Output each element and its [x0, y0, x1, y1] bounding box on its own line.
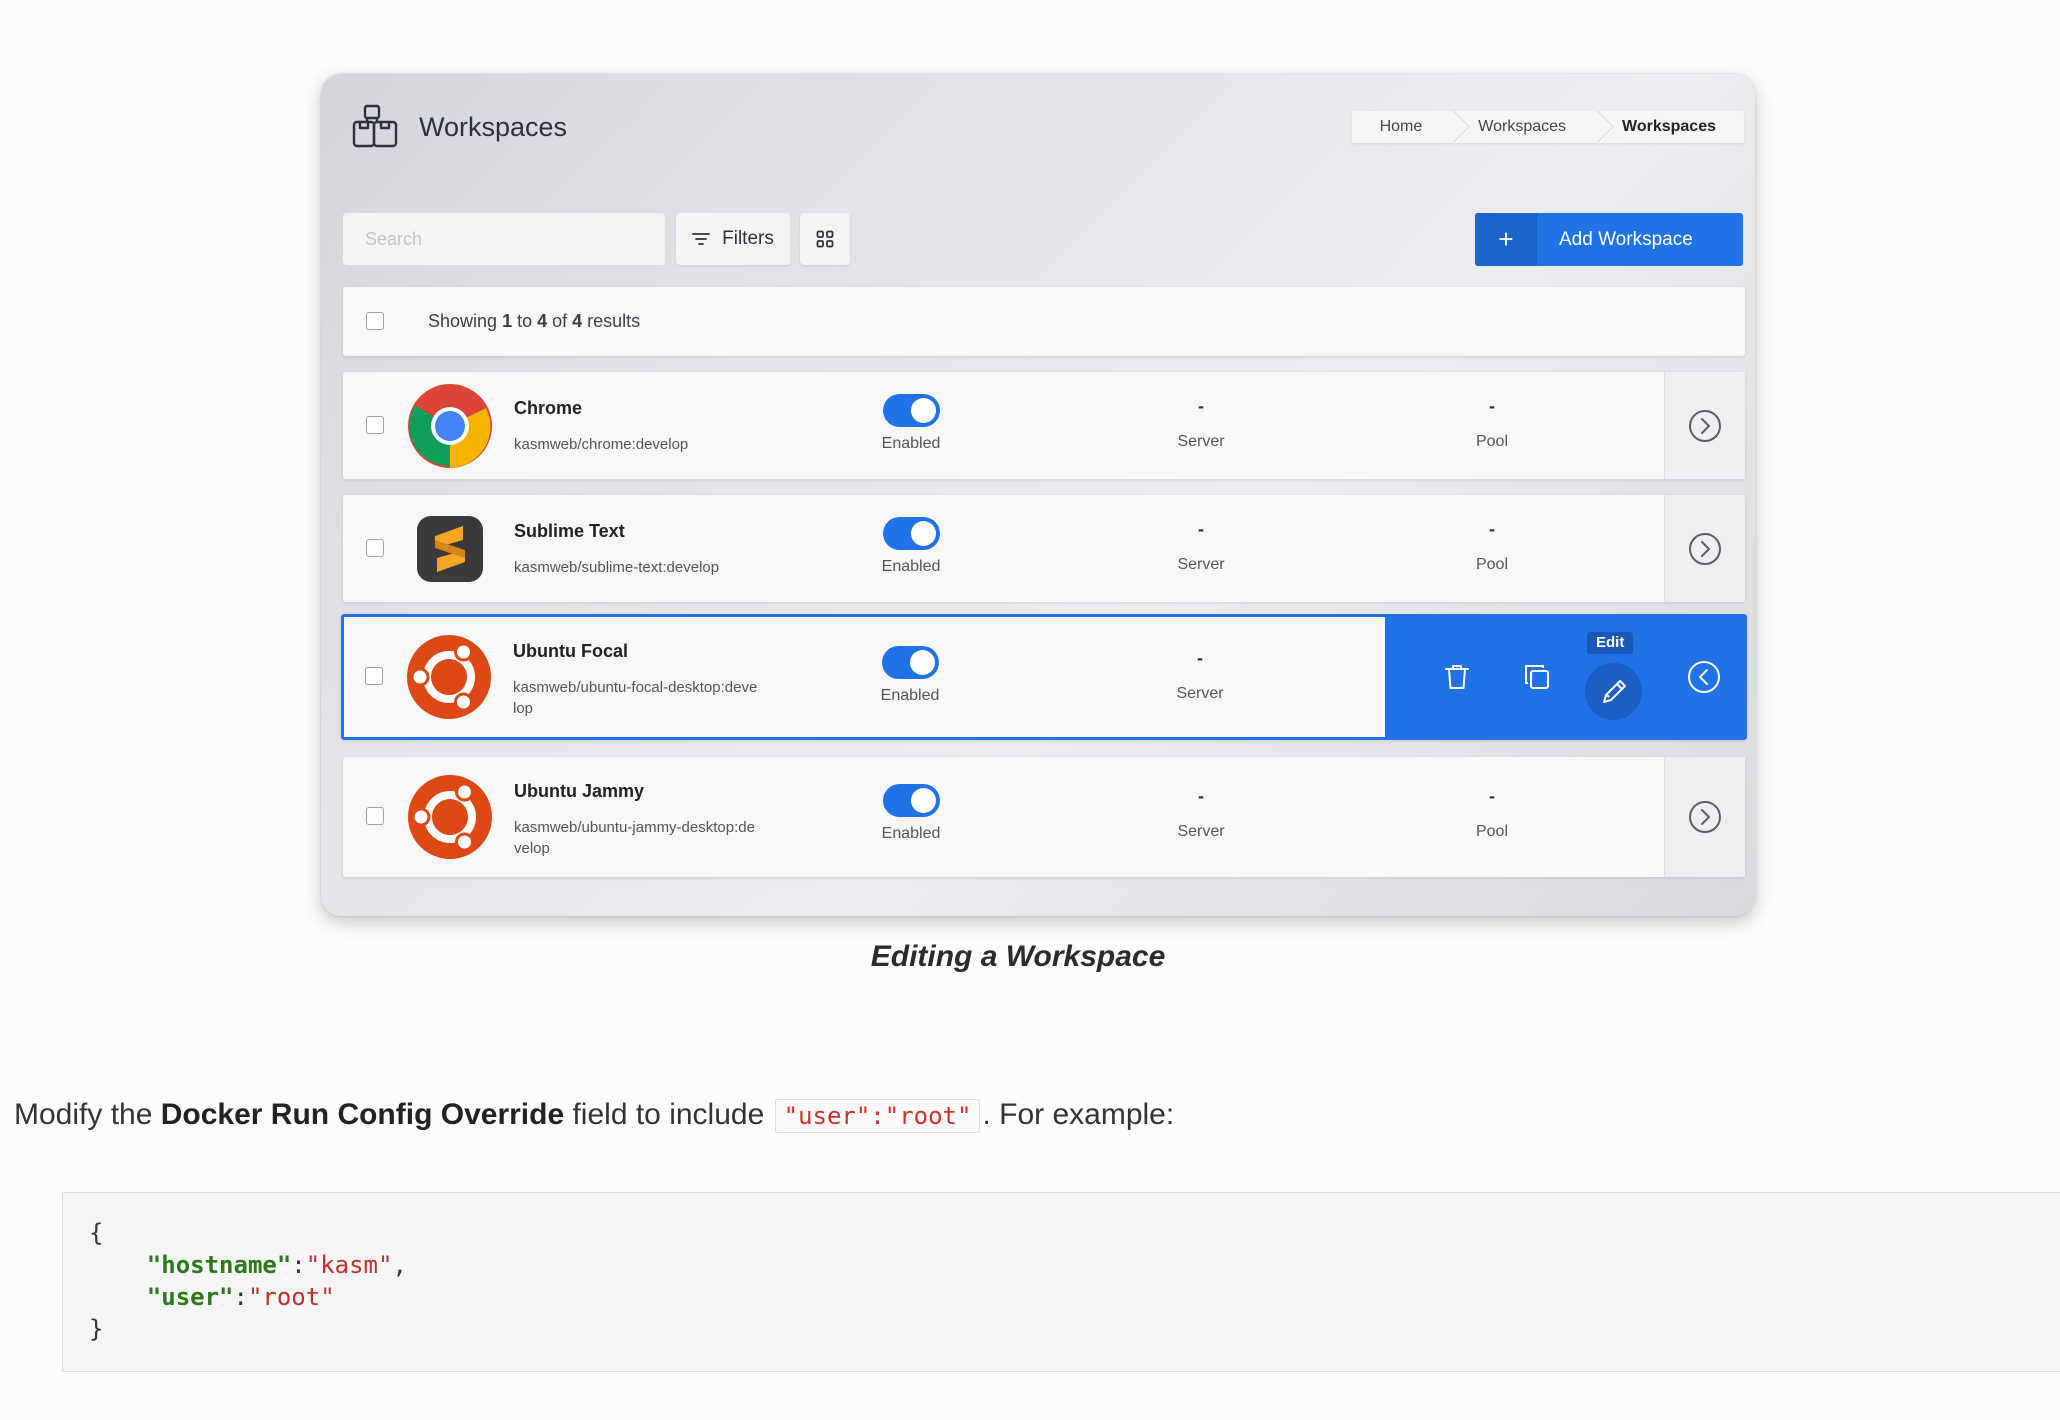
status-label: Enabled	[881, 558, 941, 575]
enabled-toggle[interactable]	[883, 394, 940, 427]
sublime-text-logo-icon	[417, 516, 483, 582]
edit-tooltip: Edit	[1587, 632, 1634, 654]
breadcrumb-workspaces[interactable]: Workspaces	[1450, 111, 1594, 143]
pencil-icon	[1602, 679, 1626, 703]
code-line: {	[89, 1219, 104, 1247]
results-bar: Showing 1 to 4 of 4 results	[343, 287, 1745, 356]
breadcrumb: Home Workspaces Workspaces	[1351, 111, 1744, 143]
workspaces-screenshot: Workspaces Home Workspaces Workspaces Fi…	[321, 74, 1755, 916]
copy-icon	[1525, 665, 1549, 689]
enabled-toggle[interactable]	[883, 784, 940, 817]
workspace-row-sublime-text[interactable]: Sublime Text kasmweb/sublime-text:develo…	[343, 495, 1745, 602]
row-checkbox[interactable]	[365, 667, 383, 685]
add-workspace-button[interactable]: + Add Workspace	[1475, 213, 1743, 266]
trash-icon	[1445, 665, 1469, 689]
server-value: -	[1198, 786, 1204, 806]
pool-value: -	[1489, 519, 1495, 539]
server-label: Server	[1177, 556, 1225, 573]
status-label: Enabled	[881, 825, 941, 842]
enabled-toggle[interactable]	[882, 646, 939, 679]
chevron-right-circle-icon	[1689, 409, 1721, 442]
code-line: }	[89, 1315, 104, 1343]
server-value: -	[1198, 519, 1204, 539]
server-label: Server	[1177, 823, 1225, 840]
grid-icon	[816, 230, 834, 248]
delete-button[interactable]	[1432, 617, 1482, 737]
workspace-image: kasmweb/ubuntu-jammy-desktop:develop	[514, 819, 755, 857]
figure-caption: Editing a Workspace	[870, 940, 1166, 973]
chevron-left-circle-icon	[1688, 661, 1720, 693]
server-value: -	[1197, 648, 1203, 668]
workspace-row-ubuntu-jammy[interactable]: Ubuntu Jammy kasmweb/ubuntu-jammy-deskto…	[343, 757, 1745, 877]
workspace-name: Sublime Text	[514, 521, 625, 541]
add-workspace-label: Add Workspace	[1559, 228, 1693, 250]
row-checkbox[interactable]	[366, 416, 384, 434]
workspace-image: kasmweb/ubuntu-focal-desktop:develop	[513, 679, 758, 717]
pool-value: -	[1489, 786, 1495, 806]
expand-actions-button[interactable]	[1664, 495, 1745, 602]
code-line: "hostname":"kasm",	[146, 1251, 407, 1279]
workspace-name: Ubuntu Jammy	[514, 781, 645, 801]
chevron-right-circle-icon	[1689, 532, 1721, 565]
grid-view-button[interactable]	[800, 213, 850, 265]
clone-button[interactable]	[1512, 617, 1562, 737]
pool-label: Pool	[1475, 433, 1509, 450]
chevron-right-circle-icon	[1689, 801, 1721, 833]
breadcrumb-current: Workspaces	[1594, 111, 1744, 143]
filters-label: Filters	[722, 228, 774, 249]
server-value: -	[1198, 396, 1204, 416]
inline-code: "user":"root"	[774, 1099, 981, 1133]
workspaces-box-icon	[352, 104, 398, 148]
row-actions-panel: Edit	[1385, 617, 1744, 737]
ubuntu-logo-icon	[407, 635, 491, 719]
select-all-checkbox[interactable]	[366, 312, 384, 330]
page-title: Workspaces	[419, 112, 568, 142]
breadcrumb-home[interactable]: Home	[1352, 111, 1451, 143]
server-label: Server	[1176, 685, 1224, 702]
field-name: Docker Run Config Override	[160, 1098, 565, 1131]
workspace-image: kasmweb/sublime-text:develop	[514, 559, 720, 576]
edit-button[interactable]	[1585, 663, 1642, 720]
filter-icon	[692, 233, 711, 245]
pool-label: Pool	[1475, 556, 1509, 573]
code-line: "user":"root"	[146, 1283, 335, 1311]
server-label: Server	[1177, 433, 1225, 450]
search-input[interactable]	[343, 213, 665, 265]
pool-label: Pool	[1475, 823, 1509, 840]
ubuntu-logo-icon	[408, 775, 492, 859]
filters-button[interactable]: Filters	[676, 213, 790, 265]
pool-value: -	[1489, 396, 1495, 416]
row-checkbox[interactable]	[366, 539, 384, 557]
expand-actions-button[interactable]	[1664, 372, 1745, 479]
workspace-name: Chrome	[514, 398, 583, 418]
chrome-logo-icon	[408, 384, 492, 468]
expand-actions-button[interactable]	[1664, 757, 1745, 877]
instruction-paragraph: Modify the Docker Run Config Override fi…	[14, 1098, 1175, 1133]
workspace-name: Ubuntu Focal	[513, 641, 628, 661]
plus-icon: +	[1475, 213, 1537, 266]
results-summary: Showing 1 to 4 of 4 results	[428, 311, 641, 331]
status-label: Enabled	[880, 687, 940, 704]
code-block: { "hostname":"kasm", "user":"root" }	[62, 1192, 2060, 1372]
collapse-actions-button[interactable]	[1664, 617, 1744, 737]
workspace-row-chrome[interactable]: Chrome kasmweb/chrome:develop Enabled - …	[343, 372, 1745, 479]
enabled-toggle[interactable]	[883, 517, 940, 550]
workspace-row-ubuntu-focal[interactable]: Ubuntu Focal kasmweb/ubuntu-focal-deskto…	[341, 614, 1747, 740]
status-label: Enabled	[881, 435, 941, 452]
row-checkbox[interactable]	[366, 807, 384, 825]
workspace-image: kasmweb/chrome:develop	[514, 436, 689, 453]
